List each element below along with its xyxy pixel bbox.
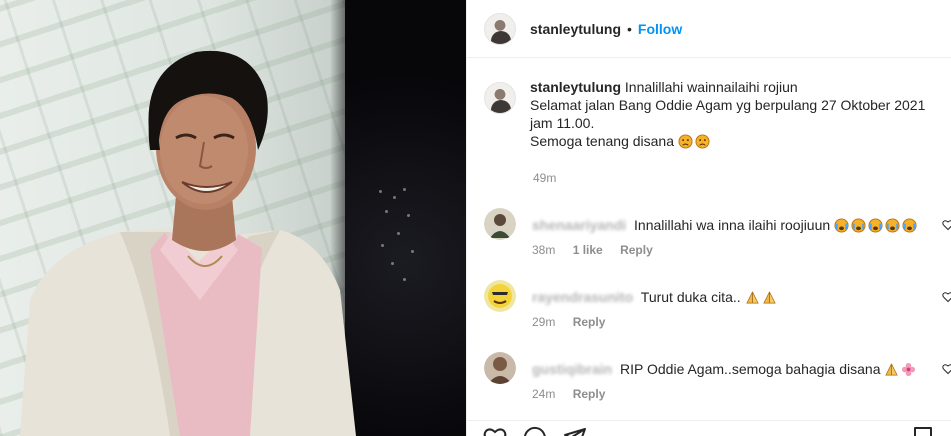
reply-button[interactable]: Reply (620, 243, 653, 257)
folded-hands-icon (885, 363, 899, 376)
caption-avatar[interactable] (484, 82, 516, 114)
caption-timestamp[interactable]: 49m (533, 171, 556, 185)
commenter-username[interactable]: shenaariyandi (532, 217, 626, 233)
comment-timestamp[interactable]: 24m (532, 387, 555, 401)
caption-line-2: Selamat jalan Bang Oddie Agam yg berpula… (530, 97, 926, 113)
reply-button[interactable]: Reply (573, 387, 606, 401)
comment-like-heart-icon[interactable] (942, 291, 951, 303)
caption-line-4: Semoga tenang disana (530, 133, 674, 149)
folded-hands-icon (762, 291, 776, 304)
sad-face-icon (678, 134, 693, 149)
comment-like-heart-icon[interactable] (942, 363, 951, 375)
author-username[interactable]: stanleytulung (530, 21, 621, 37)
header-separator: • (627, 20, 632, 37)
comment-like-heart-icon[interactable] (942, 219, 951, 231)
comment-timestamp[interactable]: 29m (532, 315, 555, 329)
post-side-panel: stanleytulung • Follow stanleytulung Inn… (466, 0, 951, 436)
comment-text: RIP Oddie Agam..semoga bahagia disana (620, 361, 881, 377)
comment-line: shenaariyandi Innalillahi wa inna ilaihi… (532, 216, 919, 234)
crying-face-icon (885, 218, 900, 233)
caption-username[interactable]: stanleytulung (530, 79, 621, 95)
flower-icon (902, 362, 916, 377)
author-avatar[interactable] (484, 12, 516, 45)
comment-text: Innalillahi wa inna ilaihi roojiuun (634, 217, 831, 233)
folded-hands-icon (745, 291, 759, 304)
folded-hands-emojis (745, 289, 779, 305)
bookmark-icon[interactable] (911, 426, 935, 436)
post-action-bar (467, 420, 951, 436)
comment-meta: 29m Reply (532, 315, 619, 329)
comment-line: gustiqibrain RIP Oddie Agam..semoga baha… (532, 360, 918, 378)
caption-line-3: jam 11.00. (530, 115, 595, 131)
comment-emojis (884, 361, 918, 377)
caption-line-1: Innalillahi wainnailaihi rojiun (624, 79, 798, 95)
person-figure (20, 50, 356, 436)
heart-icon[interactable] (483, 426, 507, 436)
commenter-avatar[interactable] (484, 208, 516, 240)
reply-button[interactable]: Reply (573, 315, 606, 329)
commenter-avatar[interactable] (484, 280, 516, 312)
crying-face-icon (834, 218, 849, 233)
sad-face-icon (695, 134, 710, 149)
commenter-username[interactable]: gustiqibrain (532, 361, 612, 377)
comment-line: rayendrasunito Turut duka cita.. (532, 288, 779, 306)
post-header: stanleytulung • Follow (467, 0, 951, 58)
follow-button[interactable]: Follow (638, 21, 682, 37)
comment-icon[interactable] (523, 426, 547, 436)
share-icon[interactable] (563, 426, 587, 436)
caption-text: stanleytulung Innalillahi wainnailaihi r… (530, 78, 925, 150)
commenter-avatar[interactable] (484, 352, 516, 384)
comment-timestamp[interactable]: 38m (532, 243, 555, 257)
comment-text: Turut duka cita.. (640, 289, 741, 305)
commenter-username[interactable]: rayendrasunito (532, 289, 633, 305)
crying-face-icon (851, 218, 866, 233)
crying-face-icon (868, 218, 883, 233)
comment-meta: 38m 1 like Reply (532, 243, 667, 257)
crying-face-emojis (834, 217, 919, 233)
post-photo[interactable] (0, 0, 466, 436)
comment-likes[interactable]: 1 like (573, 243, 603, 257)
crying-face-icon (902, 218, 917, 233)
post-caption: stanleytulung Innalillahi wainnailaihi r… (484, 78, 944, 150)
comment-meta: 24m Reply (532, 387, 619, 401)
